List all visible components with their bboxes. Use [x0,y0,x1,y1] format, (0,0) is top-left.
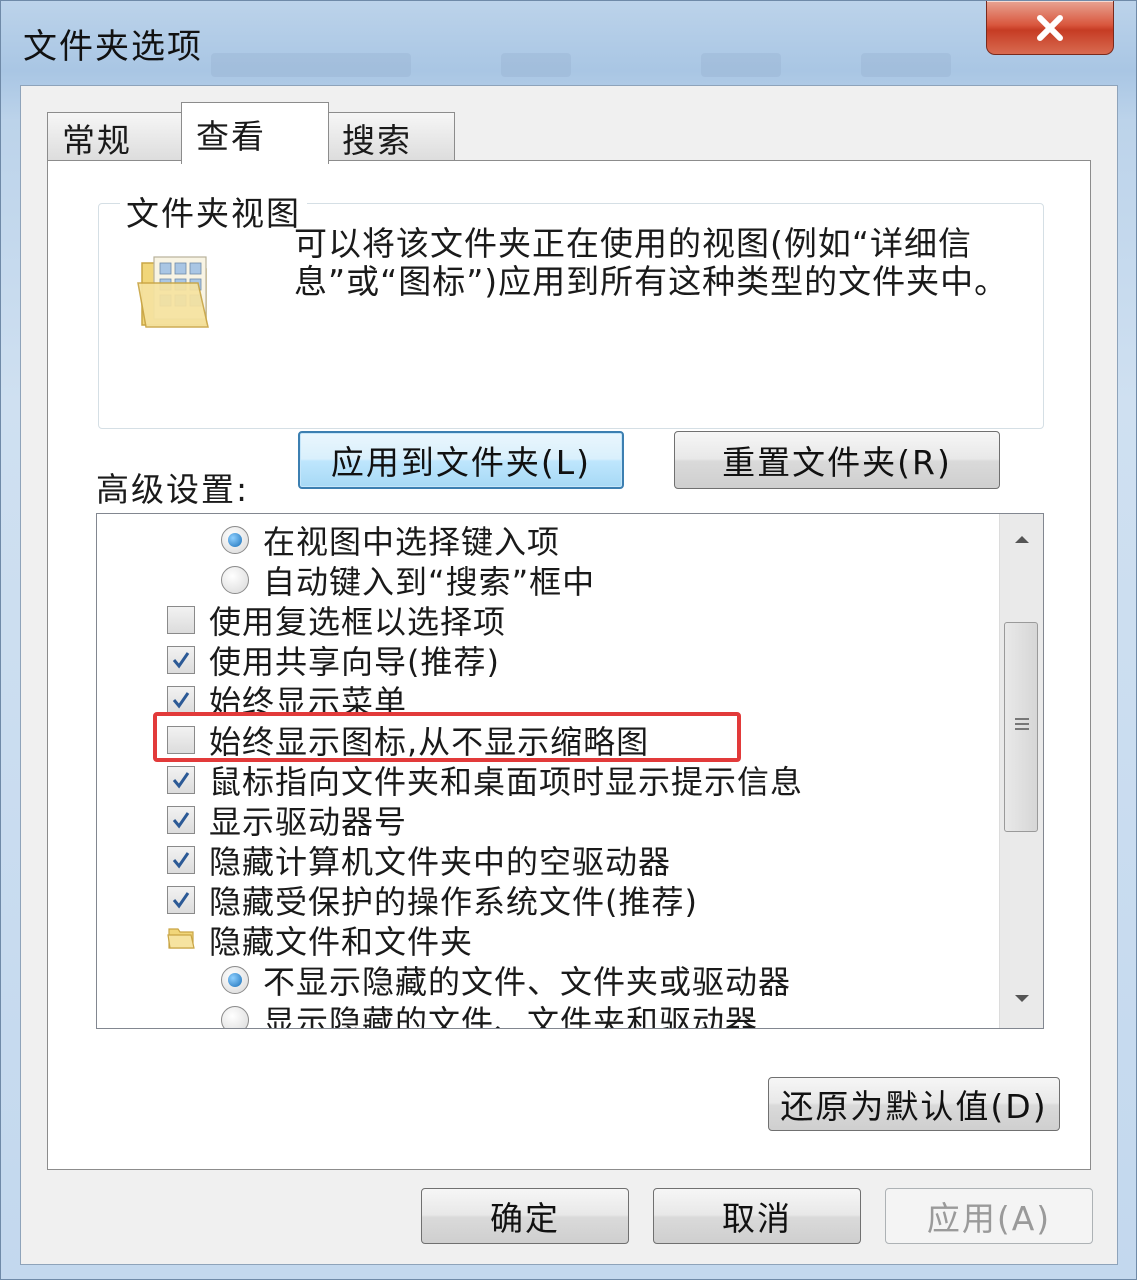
list-item[interactable]: 隐藏受保护的操作系统文件(推荐) [167,880,698,921]
list-item[interactable]: 隐藏计算机文件夹中的空驱动器 [167,840,671,881]
tab-label: 常规 [62,120,132,160]
title-bar-background [861,53,951,77]
vertical-scrollbar[interactable] [999,514,1043,1028]
checkmark-icon [172,652,190,669]
checkmark-icon [172,812,190,829]
ok-button[interactable]: 确定 [421,1188,629,1244]
folder-options-window: 文件夹选项 常规 查看 搜索 文件夹视图 可以将该文件夹正在使用的视图(例如“详… [0,0,1137,1280]
checkbox-checked[interactable] [167,686,195,714]
checkmark-icon [172,892,190,909]
checkbox-checked[interactable] [167,646,195,674]
checkbox-checked[interactable] [167,766,195,794]
tab-view[interactable]: 查看 [181,102,329,164]
folder-view-legend: 文件夹视图 [120,187,307,235]
title-bar-background [211,53,411,77]
checkbox-checked[interactable] [167,846,195,874]
view-tab-panel: 文件夹视图 可以将该文件夹正在使用的视图(例如“详细信息”或“图标”)应用到所有… [47,160,1091,1170]
tab-label: 查看 [196,116,266,156]
close-icon [1037,14,1063,41]
radio-selected[interactable] [221,526,249,554]
list-item[interactable]: 不显示隐藏的文件、文件夹或驱动器 [221,960,791,1001]
list-item-group[interactable]: 隐藏文件和文件夹 [167,920,473,961]
restore-defaults-button[interactable]: 还原为默认值(D) [768,1077,1060,1131]
tab-label: 搜索 [342,120,412,160]
list-item-label: 显示隐藏的文件、文件夹和驱动器 [263,1003,759,1029]
checkmark-icon [172,692,190,709]
close-button[interactable] [986,1,1114,55]
list-item[interactable]: 显示驱动器号 [167,800,407,841]
radio-dot [228,533,242,547]
checkbox-checked[interactable] [167,806,195,834]
radio-unselected[interactable] [221,1006,249,1028]
folder-view-description: 可以将该文件夹正在使用的视图(例如“详细信息”或“图标”)应用到所有这种类型的文… [294,224,1009,301]
list-item[interactable]: 显示隐藏的文件、文件夹和驱动器 [221,1000,759,1029]
grip-icon [1015,718,1029,730]
dialog-client-area: 常规 查看 搜索 文件夹视图 可以将该文件夹正在使用的视图(例如“详细信息”或“… [20,85,1118,1265]
title-bar-background [701,53,781,77]
advanced-settings-label: 高级设置: [96,470,250,509]
apply-button[interactable]: 应用(A) [885,1188,1093,1244]
radio-dot [228,973,242,987]
scroll-down-arrow-icon[interactable] [1012,992,1032,1006]
tab-general[interactable]: 常规 [47,112,183,162]
cancel-button[interactable]: 取消 [653,1188,861,1244]
list-item[interactable]: 在视图中选择键入项 [221,520,560,561]
checkmark-icon [172,772,190,789]
list-item[interactable]: 鼠标指向文件夹和桌面项时显示提示信息 [167,760,803,801]
checkmark-icon [172,852,190,869]
advanced-settings-list[interactable]: 在视图中选择键入项 自动键入到“搜索”框中 使用复选框以选择项 使用共享向导(推… [96,513,1044,1029]
scroll-up-arrow-icon[interactable] [1012,532,1032,546]
apply-to-folders-button[interactable]: 应用到文件夹(L) [298,431,624,489]
list-item[interactable]: 使用共享向导(推荐) [167,640,500,681]
list-item[interactable]: 使用复选框以选择项 [167,600,506,641]
tab-search[interactable]: 搜索 [327,112,455,162]
radio-unselected[interactable] [221,566,249,594]
radio-selected[interactable] [221,966,249,994]
checkbox-checked[interactable] [167,886,195,914]
list-item[interactable]: 自动键入到“搜索”框中 [221,560,595,601]
title-bar-background [501,53,571,77]
folder-view-icon [136,249,216,337]
highlight-annotation [153,712,741,762]
scrollbar-thumb[interactable] [1004,622,1038,832]
reset-folders-button[interactable]: 重置文件夹(R) [674,431,1000,489]
window-title: 文件夹选项 [23,27,203,67]
checkbox-unchecked[interactable] [167,606,195,634]
folder-icon [167,921,195,959]
